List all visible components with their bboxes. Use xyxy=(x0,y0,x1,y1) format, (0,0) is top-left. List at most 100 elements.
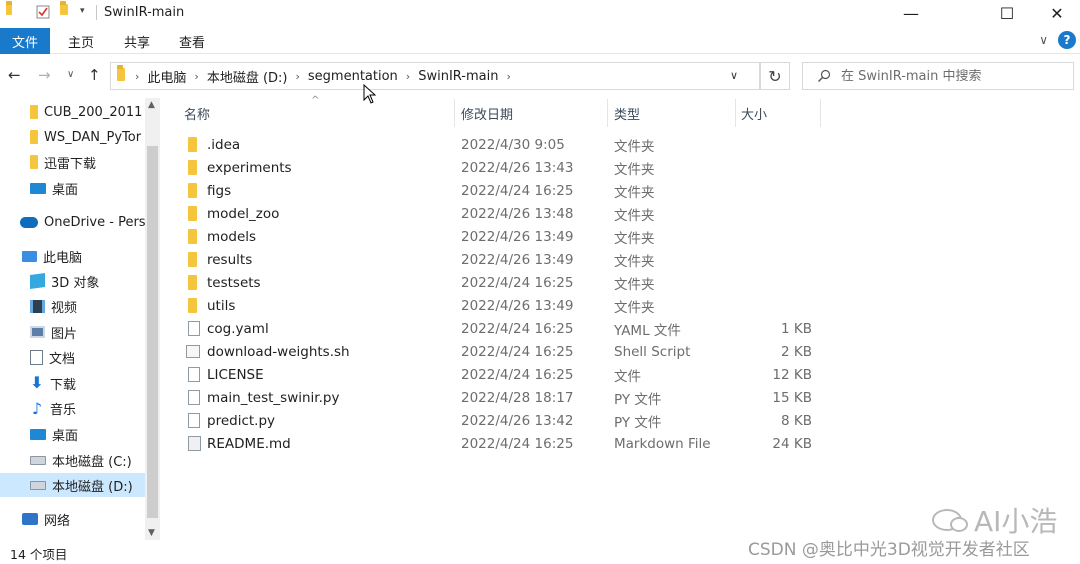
up-arrow-icon[interactable]: ↑ xyxy=(88,66,101,84)
sidebar-item-onedrive[interactable]: OneDrive - Perso xyxy=(0,210,145,234)
maximize-button[interactable]: ☐ xyxy=(984,0,1030,26)
minimize-button[interactable]: — xyxy=(888,0,934,26)
breadcrumb-chevron-icon[interactable]: › xyxy=(296,70,300,83)
column-header-type[interactable]: 类型 xyxy=(614,99,640,127)
folder-icon xyxy=(30,130,38,144)
file-row-license[interactable]: LICENSE 2022/4/24 16:25 文件 12 KB xyxy=(180,363,840,386)
help-icon[interactable]: ? xyxy=(1058,31,1076,49)
folder-icon xyxy=(188,183,197,198)
properties-icon[interactable] xyxy=(36,5,50,19)
python-file-icon xyxy=(188,390,200,405)
ribbon-expand-icon[interactable]: ∨ xyxy=(1039,33,1048,47)
file-icon xyxy=(188,367,200,382)
scrollbar-thumb[interactable] xyxy=(147,146,158,518)
file-row-readme[interactable]: README.md 2022/4/24 16:25 Markdown File … xyxy=(180,432,840,455)
pc-icon xyxy=(22,250,37,262)
3d-objects-icon xyxy=(30,272,45,290)
forward-arrow-icon[interactable]: → xyxy=(38,66,51,84)
file-row-models[interactable]: models 2022/4/26 13:49 文件夹 xyxy=(180,225,840,248)
search-box[interactable] xyxy=(802,62,1074,90)
file-row-model-zoo[interactable]: model_zoo 2022/4/26 13:48 文件夹 xyxy=(180,202,840,225)
file-row-testsets[interactable]: testsets 2022/4/24 16:25 文件夹 xyxy=(180,271,840,294)
new-folder-icon[interactable] xyxy=(60,1,68,15)
music-icon: ♪ xyxy=(31,398,43,418)
column-header-size[interactable]: 大小 xyxy=(741,99,767,127)
column-header-date[interactable]: 修改日期 xyxy=(461,99,513,127)
file-row-figs[interactable]: figs 2022/4/24 16:25 文件夹 xyxy=(180,179,840,202)
file-row-predict[interactable]: predict.py 2022/4/26 13:42 PY 文件 8 KB xyxy=(180,409,840,432)
breadcrumb-swinir-main[interactable]: SwinIR-main xyxy=(418,69,498,84)
address-bar[interactable]: › 此电脑 › 本地磁盘 (D:) › segmentation › SwinI… xyxy=(110,62,760,90)
sidebar-item-music[interactable]: ♪ 音乐 xyxy=(0,396,145,420)
back-arrow-icon[interactable]: ← xyxy=(8,66,21,84)
file-row-results[interactable]: results 2022/4/26 13:49 文件夹 xyxy=(180,248,840,271)
markdown-file-icon xyxy=(188,436,201,451)
search-icon xyxy=(818,69,831,82)
navigation-pane: CUB_200_2011 WS_DAN_PyTor 迅雷下载 桌面 OneDri… xyxy=(0,98,160,540)
refresh-button[interactable]: ↻ xyxy=(760,62,790,90)
column-divider[interactable] xyxy=(454,99,455,127)
desktop-icon xyxy=(30,428,46,440)
desktop-icon xyxy=(30,182,46,194)
tab-share[interactable]: 共享 xyxy=(124,28,150,54)
file-row-cog-yaml[interactable]: cog.yaml 2022/4/24 16:25 YAML 文件 1 KB xyxy=(180,317,840,340)
file-row-idea[interactable]: .idea 2022/4/30 9:05 文件夹 xyxy=(180,133,840,156)
sidebar-item-desktop-quick[interactable]: 桌面 xyxy=(0,176,145,200)
drive-c-icon xyxy=(30,455,46,465)
file-row-experiments[interactable]: experiments 2022/4/26 13:43 文件夹 xyxy=(180,156,840,179)
drive-d-icon xyxy=(30,480,46,490)
shell-script-icon xyxy=(186,345,200,358)
search-input[interactable] xyxy=(841,68,1061,84)
column-divider[interactable] xyxy=(735,99,736,127)
address-dropdown-icon[interactable]: ∨ xyxy=(730,69,738,82)
wechat-icon xyxy=(932,509,968,532)
recent-locations-icon[interactable]: ∨ xyxy=(67,69,74,80)
column-divider[interactable] xyxy=(820,99,821,127)
tab-view[interactable]: 查看 xyxy=(179,28,205,54)
close-button[interactable]: ✕ xyxy=(1034,0,1080,26)
download-icon: ⬇ xyxy=(30,373,44,392)
tab-file[interactable]: 文件 xyxy=(0,28,50,54)
folder-icon xyxy=(30,155,38,169)
column-header-name[interactable]: 名称 xyxy=(184,99,210,127)
sidebar-item-pictures[interactable]: 图片 xyxy=(0,320,145,344)
sidebar-item-network[interactable]: 网络 xyxy=(0,507,145,531)
mouse-cursor-icon xyxy=(363,84,377,104)
sidebar-item-documents[interactable]: 文档 xyxy=(0,345,145,369)
breadcrumb-chevron-icon[interactable]: › xyxy=(406,70,410,83)
column-divider[interactable] xyxy=(607,99,608,127)
folder-icon xyxy=(188,229,197,244)
breadcrumb-segmentation[interactable]: segmentation xyxy=(308,69,398,84)
breadcrumb-chevron-icon[interactable]: › xyxy=(506,70,510,83)
file-row-download-weights[interactable]: download-weights.sh 2022/4/24 16:25 Shel… xyxy=(180,340,840,363)
sidebar-item-videos[interactable]: 视频 xyxy=(0,294,145,318)
scroll-up-icon[interactable]: ▲ xyxy=(148,100,155,110)
sidebar-scrollbar[interactable]: ▲ ▼ xyxy=(145,98,160,540)
sidebar-item-xunlei[interactable]: 迅雷下载 xyxy=(0,150,145,174)
tab-home[interactable]: 主页 xyxy=(68,28,94,54)
onedrive-icon xyxy=(20,216,38,228)
folder-icon xyxy=(188,137,197,152)
breadcrumb-chevron-icon[interactable]: › xyxy=(135,70,139,83)
python-file-icon xyxy=(188,413,200,428)
title-bar: ▾ SwinIR-main — ☐ ✕ xyxy=(0,0,1080,26)
file-row-main-test-swinir[interactable]: main_test_swinir.py 2022/4/28 18:17 PY 文… xyxy=(180,386,840,409)
sidebar-item-cub[interactable]: CUB_200_2011 xyxy=(0,100,145,124)
breadcrumb-chevron-icon[interactable]: › xyxy=(194,70,198,83)
breadcrumb-this-pc[interactable]: 此电脑 xyxy=(147,67,186,86)
sidebar-item-this-pc[interactable]: 此电脑 xyxy=(0,244,145,268)
file-row-utils[interactable]: utils 2022/4/26 13:49 文件夹 xyxy=(180,294,840,317)
quick-access-dropdown-icon[interactable]: ▾ xyxy=(80,6,85,16)
breadcrumb-drive-d[interactable]: 本地磁盘 (D:) xyxy=(207,67,288,86)
sidebar-item-drive-c[interactable]: 本地磁盘 (C:) xyxy=(0,448,145,472)
scroll-down-icon[interactable]: ▼ xyxy=(148,528,155,538)
sidebar-item-ws-dan[interactable]: WS_DAN_PyTor xyxy=(0,125,145,149)
sidebar-item-desktop[interactable]: 桌面 xyxy=(0,422,145,446)
sidebar-item-downloads[interactable]: ⬇ 下载 xyxy=(0,371,145,395)
title-separator xyxy=(96,5,97,20)
sidebar-item-drive-d[interactable]: 本地磁盘 (D:) xyxy=(0,473,145,497)
location-folder-icon xyxy=(117,64,125,85)
folder-icon xyxy=(6,1,12,15)
pictures-icon xyxy=(30,326,45,338)
sidebar-item-3d-objects[interactable]: 3D 对象 xyxy=(0,269,145,293)
